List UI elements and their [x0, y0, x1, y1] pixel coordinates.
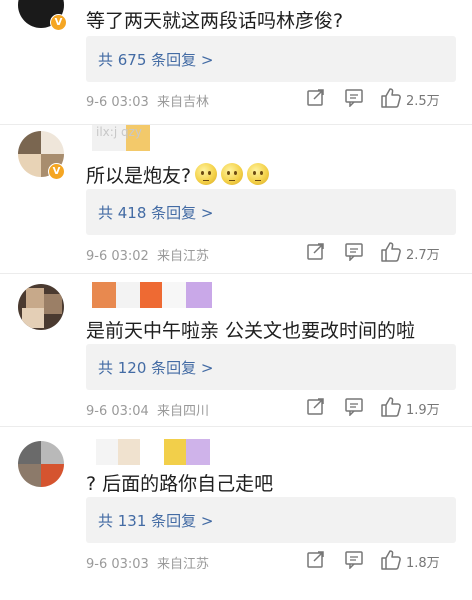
reply-count-link[interactable]: 共 675 条回复 >: [98, 49, 214, 70]
verified-badge-icon: V: [50, 14, 67, 31]
comment-text: 是前天中午啦亲 公关文也要改时间的啦: [86, 320, 416, 342]
comment-time: 9-6 03:03: [86, 557, 149, 572]
emoji-icon: [195, 163, 218, 185]
comment-time: 9-6 03:02: [86, 249, 149, 264]
comment-meta: 9-6 03:04 来自四川: [86, 400, 209, 419]
comment-text: 所以是炮友?: [86, 161, 270, 188]
share-icon[interactable]: [306, 87, 326, 107]
comment-text-body: 所以是炮友?: [86, 165, 192, 187]
like-icon[interactable]: [380, 241, 402, 263]
like-count: 1.9万: [406, 403, 440, 418]
reply-summary[interactable]: 共 120 条回复 >: [86, 344, 456, 390]
comment-icon[interactable]: [344, 396, 364, 416]
reply-summary[interactable]: 共 418 条回复 >: [86, 189, 456, 235]
comment-location: 来自四川: [156, 404, 209, 419]
like-count: 2.5万: [406, 94, 440, 109]
reply-count-link[interactable]: 共 131 条回复 >: [98, 510, 214, 531]
like-icon[interactable]: [380, 396, 402, 418]
comment-location: 来自吉林: [156, 95, 209, 110]
emoji-icon: [221, 163, 244, 185]
comment-meta: 9-6 03:03 来自江苏: [86, 553, 209, 572]
username-mosaic[interactable]: [92, 282, 212, 308]
avatar[interactable]: [18, 284, 64, 330]
comment-item: 是前天中午啦亲 公关文也要改时间的啦 共 120 条回复 > 9-6 03:04…: [0, 274, 472, 424]
comment-text: 等了两天就这两段话吗林彦俊?: [86, 10, 344, 32]
avatar[interactable]: [18, 441, 64, 487]
comment-icon[interactable]: [344, 241, 364, 261]
like-count: 2.7万: [406, 248, 440, 263]
username-mosaic[interactable]: [96, 439, 210, 465]
reply-count-link[interactable]: 共 120 条回复 >: [98, 357, 214, 378]
like-icon[interactable]: [380, 87, 402, 109]
share-icon[interactable]: [306, 241, 326, 261]
comment-text: ? 后面的路你自己走吧: [86, 473, 274, 495]
comment-meta: 9-6 03:03 来自吉林: [86, 91, 209, 110]
comment-actions: 2.7万: [306, 241, 456, 265]
comment-icon[interactable]: [344, 549, 364, 569]
comment-item: ilx:j qzy V 所以是炮友? 共 418 条回复 > 9-6 03:02…: [0, 125, 472, 273]
comment-icon[interactable]: [344, 87, 364, 107]
share-icon[interactable]: [306, 396, 326, 416]
comment-actions: 1.8万: [306, 549, 456, 573]
comment-time: 9-6 03:04: [86, 404, 149, 419]
comment-item: ? 后面的路你自己走吧 共 131 条回复 > 9-6 03:03 来自江苏 1…: [0, 427, 472, 600]
like-count: 1.8万: [406, 556, 440, 571]
reply-summary[interactable]: 共 131 条回复 >: [86, 497, 456, 543]
reply-summary[interactable]: 共 675 条回复 >: [86, 36, 456, 82]
reply-count-link[interactable]: 共 418 条回复 >: [98, 202, 214, 223]
comment-actions: 1.9万: [306, 396, 456, 420]
emoji-icon: [247, 163, 270, 185]
verified-badge-icon: V: [48, 163, 65, 180]
comment-meta: 9-6 03:02 来自江苏: [86, 245, 209, 264]
comment-time: 9-6 03:03: [86, 95, 149, 110]
comment-location: 来自江苏: [156, 557, 209, 572]
comment-actions: 2.5万: [306, 87, 456, 111]
share-icon[interactable]: [306, 549, 326, 569]
comment-location: 来自江苏: [156, 249, 209, 264]
like-icon[interactable]: [380, 549, 402, 571]
username-fragment: ilx:j qzy: [96, 125, 142, 139]
comment-item: V 等了两天就这两段话吗林彦俊? 共 675 条回复 > 9-6 03:03 来…: [0, 0, 472, 124]
